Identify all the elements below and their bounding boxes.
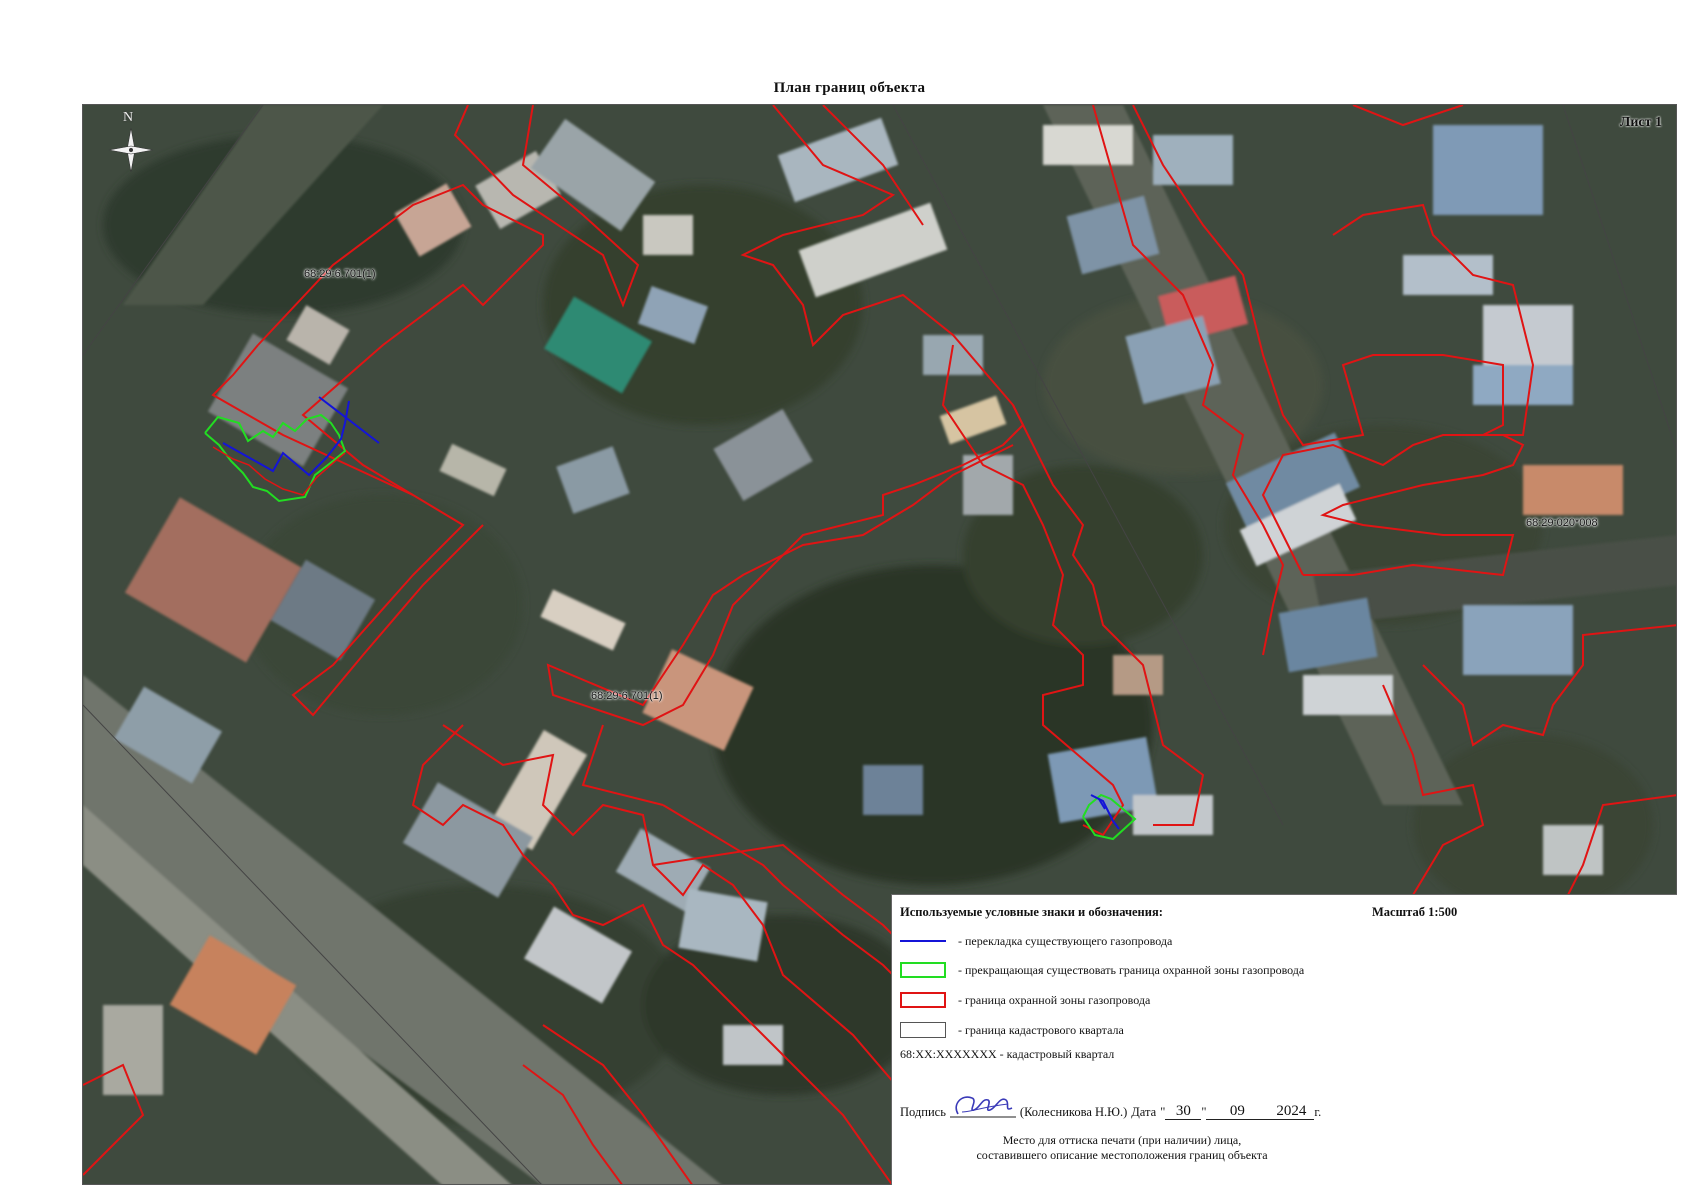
legend-panel: Используемые условные знаки и обозначени… — [891, 894, 1677, 1185]
stamp-note-line-2: составившего описание местоположения гра… — [976, 1148, 1268, 1162]
year-suffix: г. — [1314, 1105, 1322, 1119]
sheet-label: Лист 1 — [1619, 115, 1662, 130]
signer-name: (Колесникова Н.Ю.) — [1019, 1105, 1128, 1119]
page-title: План границ объекта — [773, 80, 926, 96]
signature-label: Подпись — [900, 1105, 946, 1119]
compass-north-label: N — [123, 110, 134, 125]
legend-item-cadastral-boundary: - граница кадастрового квартала — [900, 1019, 1124, 1041]
stamp-note: Место для оттиска печати (при наличии) л… — [892, 1133, 1352, 1163]
legend-item-label: - граница охранной зоны газопровода — [958, 992, 1151, 1007]
red-box-icon — [900, 992, 946, 1008]
cadastral-label-2: 68:29:6.701(1) — [591, 690, 663, 702]
gray-box-icon — [900, 1022, 946, 1038]
legend-item-protection-zone: - граница охранной зоны газопровода — [900, 989, 1150, 1011]
date-day: 30 — [1165, 1103, 1202, 1120]
cadastral-label-3: 68:29:020*008 — [1526, 517, 1598, 529]
blue-line-icon — [900, 933, 946, 949]
date-label: Дата — [1131, 1105, 1157, 1119]
legend-item-label: - перекладка существующего газопровода — [958, 933, 1173, 948]
date-year: 2024 — [1268, 1103, 1315, 1120]
scale-label: Масштаб 1:500 — [1372, 905, 1458, 919]
date-month: 09 — [1206, 1103, 1269, 1120]
signature-mark — [948, 1090, 1018, 1120]
cadastral-quarter-legend: 68:XX:XXXXXXX - кадастровый квартал — [900, 1047, 1115, 1061]
legend-item-terminated-zone: - прекращающая существовать граница охра… — [900, 959, 1304, 981]
legend-title: Используемые условные знаки и обозначени… — [900, 905, 1163, 919]
legend-item-label: - прекращающая существовать граница охра… — [958, 962, 1305, 977]
stamp-note-line-1: Место для оттиска печати (при наличии) л… — [1002, 1133, 1242, 1147]
signature-row: Подпись (Колесникова Н.Ю.) Дата " 30 " 0… — [900, 1090, 1321, 1120]
cadastral-label-1: 68:29:6.701(1) — [304, 268, 376, 280]
green-box-icon — [900, 962, 946, 978]
legend-item-label: - граница кадастрового квартала — [958, 1022, 1124, 1037]
legend-item-pipeline: - перекладка существующего газопровода — [900, 930, 1172, 952]
